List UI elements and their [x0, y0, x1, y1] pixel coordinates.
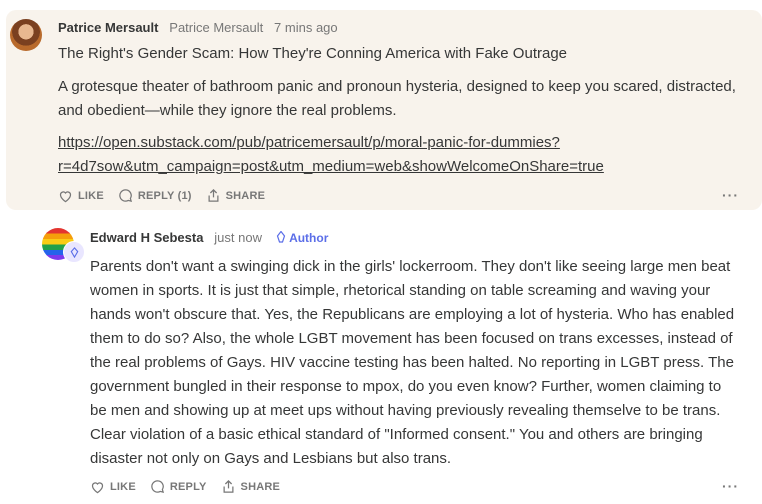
- reply-share-label: SHARE: [240, 480, 281, 493]
- reply-reply-button[interactable]: REPLY: [150, 479, 207, 494]
- like-button[interactable]: LIKE: [58, 189, 104, 203]
- reply-like-label: LIKE: [110, 480, 136, 493]
- reply-share-button[interactable]: SHARE: [221, 479, 281, 494]
- pen-nib-icon: [277, 230, 286, 243]
- top-comment-header: Patrice Mersault Patrice Mersault 7 mins…: [58, 20, 338, 35]
- share-label: SHARE: [225, 189, 266, 202]
- share-icon: [223, 479, 234, 493]
- reply-comment-actions: LIKE REPLY SHARE: [90, 479, 294, 494]
- reply-reply-label: REPLY: [169, 480, 207, 493]
- reply-comment-header: Edward H Sebesta just now Author: [90, 230, 328, 245]
- top-comment-more-button[interactable]: ···: [722, 187, 739, 203]
- link-line-2[interactable]: r=4d7sow&utm_campaign=post&utm_medium=we…: [58, 158, 604, 175]
- author-badge-icon: [63, 241, 85, 263]
- reply-like-button[interactable]: LIKE: [90, 480, 136, 494]
- patrice-avatar[interactable]: [10, 19, 42, 51]
- top-comment-time[interactable]: 7 mins ago: [274, 20, 338, 35]
- share-icon: [208, 188, 219, 202]
- reply-comment-body: Parents don't want a swinging dick in th…: [90, 258, 735, 467]
- author-badge: Author: [273, 230, 329, 245]
- share-button[interactable]: SHARE: [206, 188, 266, 203]
- reply-button[interactable]: REPLY (1): [118, 188, 192, 203]
- top-comment-actions: LIKE REPLY (1) SHARE: [58, 188, 279, 203]
- top-comment-handle[interactable]: Patrice Mersault: [169, 20, 263, 35]
- reply-comment-more-button[interactable]: ···: [722, 478, 739, 494]
- reply-label: REPLY (1): [137, 189, 192, 202]
- top-comment-body: A grotesque theater of bathroom panic an…: [58, 78, 736, 119]
- author-badge-label: Author: [289, 231, 329, 245]
- comment-icon: [119, 189, 132, 202]
- top-comment-author[interactable]: Patrice Mersault: [58, 20, 158, 35]
- like-label: LIKE: [78, 189, 104, 202]
- top-comment-link[interactable]: https://open.substack.com/pub/patricemer…: [58, 131, 748, 179]
- heart-icon: [59, 190, 72, 202]
- comment-icon: [151, 480, 164, 493]
- reply-comment-time[interactable]: just now: [214, 230, 262, 245]
- top-comment-title: The Right's Gender Scam: How They're Con…: [58, 45, 568, 62]
- reply-comment-author[interactable]: Edward H Sebesta: [90, 230, 203, 245]
- link-line-1[interactable]: https://open.substack.com/pub/patricemer…: [58, 134, 560, 151]
- heart-icon: [91, 481, 104, 493]
